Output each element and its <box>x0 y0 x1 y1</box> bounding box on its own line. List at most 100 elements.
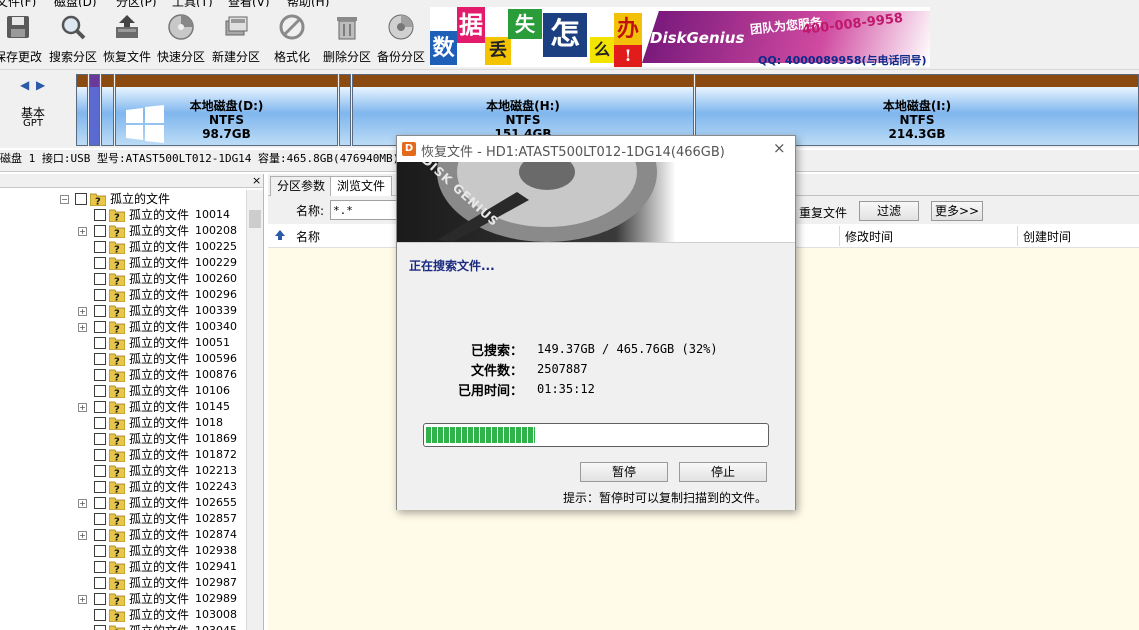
stop-button[interactable]: 停止 <box>679 462 767 482</box>
expand-icon[interactable]: + <box>78 531 87 540</box>
close-icon[interactable]: × <box>773 139 786 157</box>
expand-icon[interactable]: + <box>78 499 87 508</box>
collapse-icon[interactable]: − <box>60 195 69 204</box>
next-disk-icon[interactable]: ▶ <box>36 78 45 92</box>
prev-disk-icon[interactable]: ◀ <box>20 78 29 92</box>
tree-checkbox[interactable] <box>94 449 106 461</box>
tree-item[interactable]: ? 孤立的文件 102857 <box>0 511 246 527</box>
tree-checkbox[interactable] <box>94 337 106 349</box>
tab-browse-files[interactable]: 浏览文件 <box>330 176 393 196</box>
tree-item-number: 102213 <box>195 464 237 477</box>
tree-item[interactable]: ? 孤立的文件 100876 <box>0 367 246 383</box>
save-changes-button[interactable]: 保存更改 <box>0 7 44 69</box>
tree-checkbox[interactable] <box>94 241 106 253</box>
tree-item[interactable]: ? 孤立的文件 102941 <box>0 559 246 575</box>
tree-item[interactable]: +? 孤立的文件 102989 <box>0 591 246 607</box>
filter-button[interactable]: 过滤 <box>859 201 919 221</box>
partition-block-small[interactable] <box>339 74 351 146</box>
tree-item[interactable]: ? 孤立的文件 101869 <box>0 431 246 447</box>
partition-block-small[interactable] <box>101 74 114 146</box>
partition-block-small[interactable] <box>76 74 88 146</box>
tree-checkbox[interactable] <box>94 465 106 477</box>
delete-partition-button[interactable]: 删除分区 <box>320 7 374 69</box>
quick-partition-button[interactable]: 快速分区 <box>154 7 208 69</box>
tree-item[interactable]: ? 孤立的文件 10014 <box>0 207 246 223</box>
tree-item[interactable]: +? 孤立的文件 100339 <box>0 303 246 319</box>
svg-text:?: ? <box>114 597 120 607</box>
tree-checkbox[interactable] <box>94 225 106 237</box>
search-partition-button[interactable]: 搜索分区 <box>46 7 100 69</box>
tree-checkbox[interactable] <box>94 529 106 541</box>
tree-item[interactable]: +? 孤立的文件 102874 <box>0 527 246 543</box>
tree-checkbox[interactable] <box>94 497 106 509</box>
tree-checkbox[interactable] <box>94 305 106 317</box>
duplicate-files-label[interactable]: 重复文件 <box>799 204 847 221</box>
tree-scrollbar[interactable] <box>246 190 263 630</box>
tree-checkbox[interactable] <box>94 289 106 301</box>
dialog-title-bar[interactable]: D 恢复文件 - HD1:ATAST500LT012-1DG14(466GB) … <box>397 136 795 162</box>
tree-item[interactable]: ? 孤立的文件 100296 <box>0 287 246 303</box>
new-partition-button[interactable]: 新建分区 <box>208 7 264 69</box>
expand-icon[interactable]: + <box>78 227 87 236</box>
close-icon[interactable]: × <box>252 174 261 187</box>
tab-partition-params[interactable]: 分区参数 <box>270 176 333 196</box>
tree-checkbox[interactable] <box>75 193 87 205</box>
expand-icon[interactable]: + <box>78 595 87 604</box>
tree-checkbox[interactable] <box>94 273 106 285</box>
recover-files-button[interactable]: 恢复文件 <box>100 7 154 69</box>
column-created[interactable]: 创建时间 <box>1023 228 1071 245</box>
tree-checkbox[interactable] <box>94 209 106 221</box>
tree-checkbox[interactable] <box>94 257 106 269</box>
tree-checkbox[interactable] <box>94 513 106 525</box>
tree-checkbox[interactable] <box>94 481 106 493</box>
tree-checkbox[interactable] <box>94 625 106 630</box>
tree-checkbox[interactable] <box>94 609 106 621</box>
tree-checkbox[interactable] <box>94 577 106 589</box>
expand-icon[interactable]: + <box>78 307 87 316</box>
tree-checkbox[interactable] <box>94 401 106 413</box>
tree-checkbox[interactable] <box>94 321 106 333</box>
tree-checkbox[interactable] <box>94 353 106 365</box>
tree-item[interactable]: +? 孤立的文件 100208 <box>0 223 246 239</box>
tree-item[interactable]: ? 孤立的文件 100225 <box>0 239 246 255</box>
up-arrow-icon[interactable] <box>274 229 286 241</box>
tree-item[interactable]: +? 孤立的文件 102655 <box>0 495 246 511</box>
tree-checkbox[interactable] <box>94 369 106 381</box>
promo-banner[interactable]: 数 据 丢 失 怎 么 办 ! DiskGenius 团队为您服务 400-00… <box>430 7 930 67</box>
tree-item[interactable]: ? 孤立的文件 103045 <box>0 623 246 630</box>
tree-item[interactable]: ? 孤立的文件 102243 <box>0 479 246 495</box>
expand-icon[interactable]: + <box>78 323 87 332</box>
tree-scrollbar-thumb[interactable] <box>249 210 261 228</box>
tree-item[interactable]: ? 孤立的文件 1018 <box>0 415 246 431</box>
tree-checkbox[interactable] <box>94 417 106 429</box>
tree-item[interactable]: ? 孤立的文件 100596 <box>0 351 246 367</box>
tree-checkbox[interactable] <box>94 433 106 445</box>
tree-root[interactable]: − ? 孤立的文件 <box>0 191 246 207</box>
folder-question-icon: ? <box>109 513 125 526</box>
partition-block-small[interactable] <box>89 74 100 146</box>
format-button[interactable]: 格式化 <box>266 7 318 69</box>
tree-item[interactable]: ? 孤立的文件 10106 <box>0 383 246 399</box>
expand-icon[interactable]: + <box>78 403 87 412</box>
column-modified[interactable]: 修改时间 <box>845 228 893 245</box>
tree-checkbox[interactable] <box>94 593 106 605</box>
tree-item[interactable]: ? 孤立的文件 103008 <box>0 607 246 623</box>
tree-checkbox[interactable] <box>94 545 106 557</box>
pause-button[interactable]: 暂停 <box>580 462 668 482</box>
tree-item[interactable]: ? 孤立的文件 102938 <box>0 543 246 559</box>
partition-d[interactable]: 本地磁盘(D:) NTFS 98.7GB <box>115 74 338 146</box>
name-filter-input[interactable] <box>330 200 400 220</box>
column-name[interactable]: 名称 <box>296 228 320 245</box>
tree-item[interactable]: ? 孤立的文件 10051 <box>0 335 246 351</box>
tree-item[interactable]: ? 孤立的文件 102213 <box>0 463 246 479</box>
tree-checkbox[interactable] <box>94 385 106 397</box>
tree-item[interactable]: +? 孤立的文件 10145 <box>0 399 246 415</box>
tree-item[interactable]: ? 孤立的文件 101872 <box>0 447 246 463</box>
tree-checkbox[interactable] <box>94 561 106 573</box>
tree-item[interactable]: +? 孤立的文件 100340 <box>0 319 246 335</box>
backup-partition-button[interactable]: 备份分区 <box>374 7 428 69</box>
tree-item[interactable]: ? 孤立的文件 100260 <box>0 271 246 287</box>
tree-item[interactable]: ? 孤立的文件 102987 <box>0 575 246 591</box>
tree-item[interactable]: ? 孤立的文件 100229 <box>0 255 246 271</box>
more-button[interactable]: 更多>> <box>931 201 983 221</box>
